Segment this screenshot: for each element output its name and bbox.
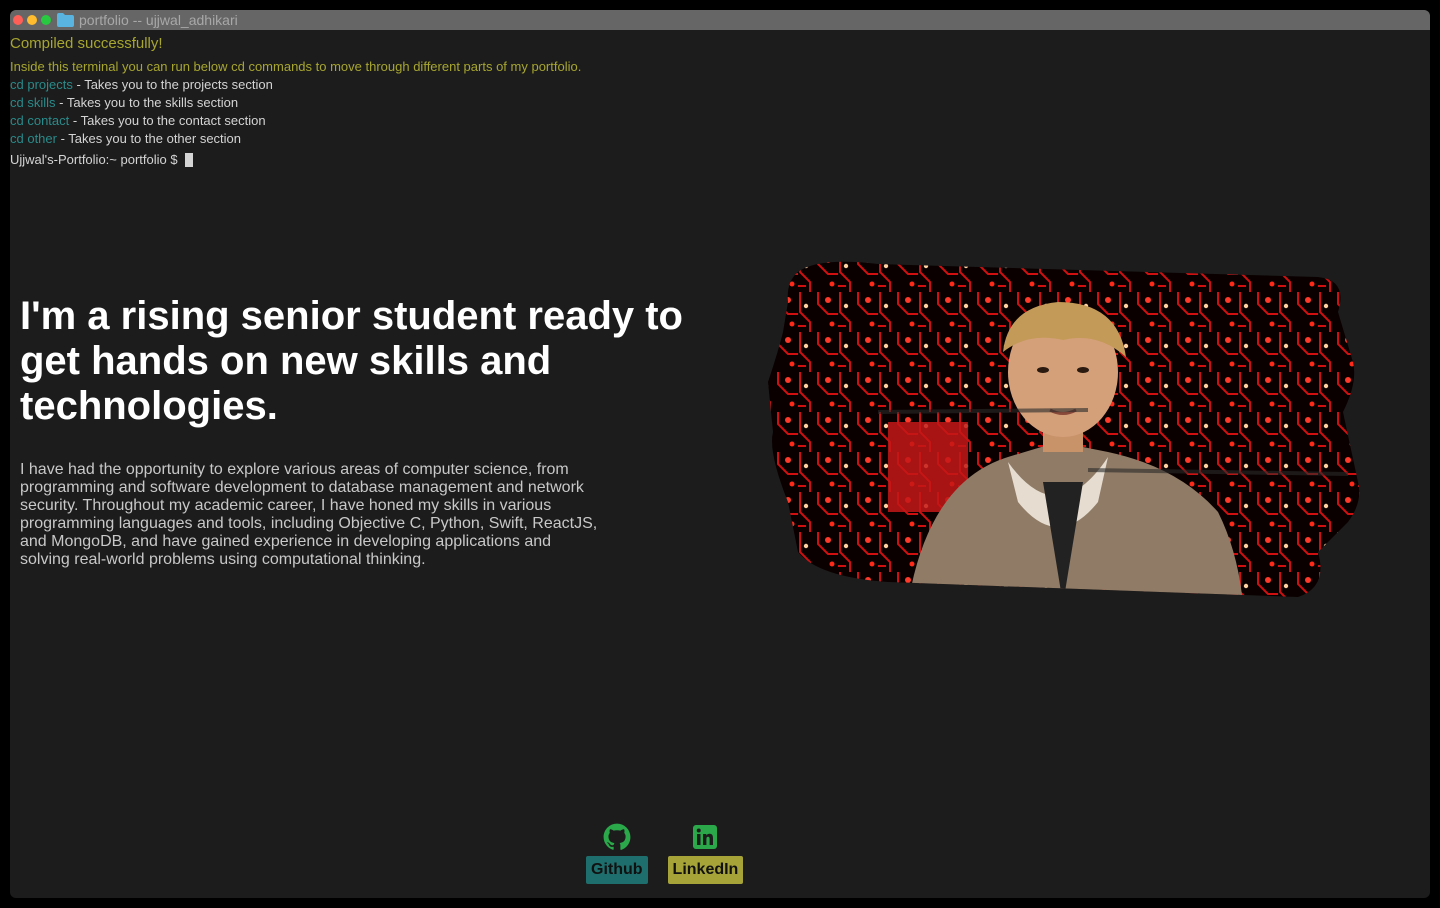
hero-section: I'm a rising senior student ready to get… <box>20 294 710 569</box>
command-prompt[interactable]: Ujjwal's-Portfolio:~ portfolio $ <box>10 151 710 169</box>
linkedin-icon[interactable] <box>690 822 720 852</box>
window-title: portfolio -- ujjwal_adhikari <box>79 12 238 28</box>
github-link[interactable]: Github <box>586 822 648 884</box>
terminal-intro: Inside this terminal you can run below c… <box>10 59 582 74</box>
terminal-window: portfolio -- ujjwal_adhikari Compiled su… <box>10 10 1430 898</box>
command-row: cd skills - Takes you to the skills sect… <box>10 94 710 112</box>
command-description: - Takes you to the other section <box>56 131 242 146</box>
command-description: - Takes you to the projects section <box>72 77 273 92</box>
github-icon[interactable] <box>602 822 632 852</box>
minimize-window-button[interactable] <box>27 15 37 25</box>
terminal-output: Compiled successfully! Inside this termi… <box>10 34 710 169</box>
maximize-window-button[interactable] <box>41 15 51 25</box>
hero-bio: I have had the opportunity to explore va… <box>20 461 598 568</box>
prompt-text: Ujjwal's-Portfolio:~ portfolio $ <box>10 152 178 167</box>
social-links: Github LinkedIn <box>586 822 744 884</box>
close-window-button[interactable] <box>13 15 23 25</box>
compile-status: Compiled successfully! <box>10 35 163 52</box>
linkedin-link[interactable]: LinkedIn <box>667 822 744 884</box>
profile-photo <box>758 252 1370 604</box>
folder-icon <box>57 13 74 27</box>
text-cursor <box>184 153 193 167</box>
linkedin-button[interactable]: LinkedIn <box>667 856 744 884</box>
cd-contact-command[interactable]: cd contact <box>10 113 69 128</box>
command-row: cd contact - Takes you to the contact se… <box>10 112 710 130</box>
github-button[interactable]: Github <box>586 856 648 884</box>
cd-projects-command[interactable]: cd projects <box>10 77 73 92</box>
cd-other-command[interactable]: cd other <box>10 131 57 146</box>
command-description: - Takes you to the contact section <box>69 113 266 128</box>
cd-skills-command[interactable]: cd skills <box>10 95 56 110</box>
command-row: cd projects - Takes you to the projects … <box>10 76 710 94</box>
command-row: cd other - Takes you to the other sectio… <box>10 130 710 148</box>
title-bar: portfolio -- ujjwal_adhikari <box>10 10 1430 30</box>
command-description: - Takes you to the skills section <box>55 95 239 110</box>
hero-headline: I'm a rising senior student ready to get… <box>20 294 683 428</box>
